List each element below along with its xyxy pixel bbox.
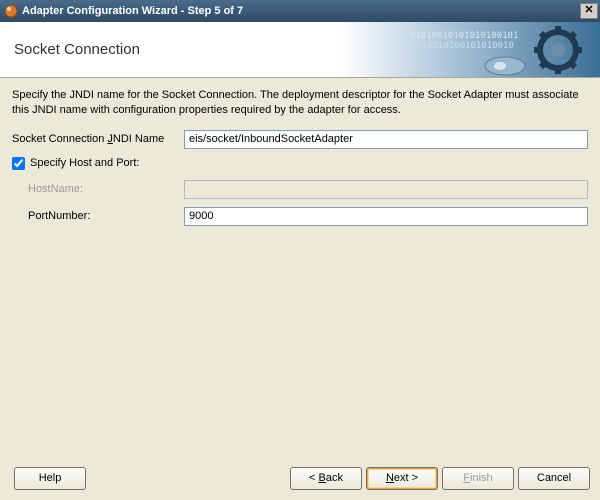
portnumber-input[interactable] [184, 207, 588, 226]
hostname-row: HostName: [28, 180, 588, 199]
cancel-button[interactable]: Cancel [518, 467, 590, 490]
specify-host-port-row: Specify Host and Port: [12, 157, 588, 170]
window-title: Adapter Configuration Wizard - Step 5 of… [22, 5, 580, 17]
titlebar: Adapter Configuration Wizard - Step 5 of… [0, 0, 600, 22]
hostname-input [184, 180, 588, 199]
specify-host-port-checkbox[interactable] [12, 157, 25, 170]
jndi-row: Socket Connection JNDI Name [12, 130, 588, 149]
specify-host-port-label: Specify Host and Port: [30, 157, 139, 169]
help-button[interactable]: Help [14, 467, 86, 490]
svg-text:101010010100101010010: 101010010100101010010 [400, 41, 514, 51]
next-button[interactable]: Next > [366, 467, 438, 490]
jndi-label: Socket Connection JNDI Name [12, 133, 184, 145]
intro-text: Specify the JNDI name for the Socket Con… [12, 88, 588, 118]
portnumber-row: PortNumber: [28, 207, 588, 226]
finish-button: Finish [442, 467, 514, 490]
portnumber-label: PortNumber: [28, 210, 184, 222]
back-button[interactable]: < Back [290, 467, 362, 490]
content-area: Specify the JNDI name for the Socket Con… [0, 78, 600, 456]
app-icon [4, 4, 18, 18]
jndi-input[interactable] [184, 130, 588, 149]
host-port-block: HostName: PortNumber: [12, 180, 588, 226]
svg-text:01010010101010100101: 01010010101010100101 [410, 31, 518, 41]
header-decoration: 01010010101010100101 1010100101001010100… [340, 22, 600, 78]
hostname-label: HostName: [28, 183, 184, 195]
button-bar: Help < Back Next > Finish Cancel [0, 456, 600, 500]
page-title: Socket Connection [0, 41, 140, 58]
close-button[interactable]: ✕ [580, 3, 598, 19]
wizard-header: Socket Connection 01010010101010100101 1… [0, 22, 600, 78]
